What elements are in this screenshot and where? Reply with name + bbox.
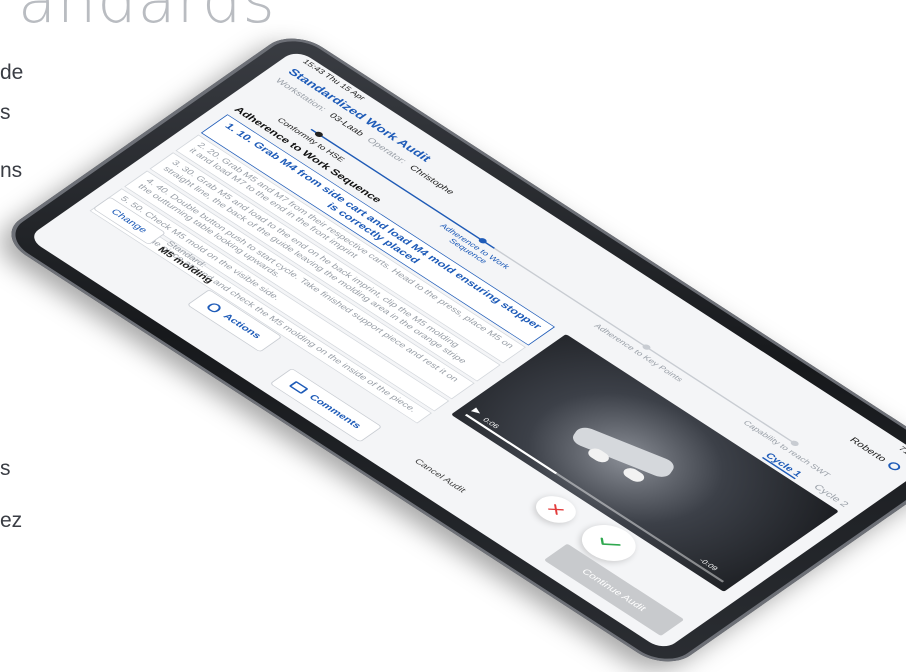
step-dot [789, 439, 801, 448]
step-dot [313, 130, 325, 139]
comment-icon [288, 380, 309, 395]
step-dot [640, 343, 653, 351]
tablet-device: 15:43 Thu 15 Apr 71% Standardized Work A… [0, 28, 906, 672]
close-icon [547, 504, 564, 515]
reject-button[interactable] [527, 490, 584, 529]
cancel-audit-link[interactable]: Cancel Audit [412, 458, 468, 494]
user-icon [885, 460, 903, 472]
tablet-mockup: 15:43 Thu 15 Apr 71% Standardized Work A… [0, 0, 906, 672]
video-progress-fill [464, 414, 557, 474]
step-dot [477, 236, 489, 245]
lightbulb-icon [205, 301, 224, 314]
video-remaining: -0:09 [697, 557, 720, 572]
checkmark-icon [600, 537, 621, 546]
comments-label: Comments [306, 392, 364, 431]
play-icon[interactable]: ▶ [470, 406, 485, 416]
battery-indicator: 71% [896, 445, 906, 461]
